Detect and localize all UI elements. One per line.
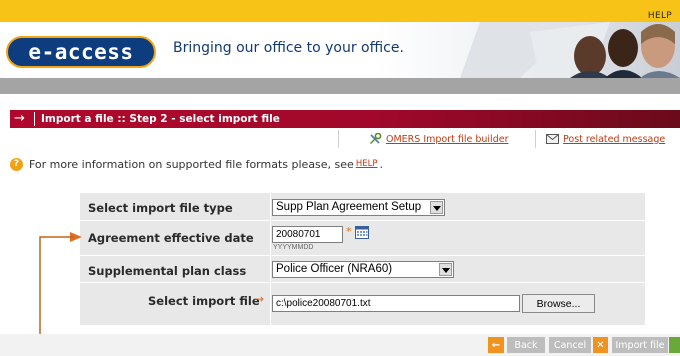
- chevron-down-icon[interactable]: [430, 201, 443, 214]
- bottom-action-bar: ← Back Cancel ✕ Import file: [0, 334, 680, 356]
- chevron-down-icon[interactable]: [439, 263, 452, 276]
- plan-class-row: Supplemental plan class Police Officer (…: [80, 256, 645, 283]
- section-title-bar: → Import a file :: Step 2 - select impor…: [10, 110, 680, 128]
- section-separator: [34, 112, 35, 126]
- gray-divider-bar: [0, 78, 680, 94]
- import-type-row: Select import file type Supp Plan Agreem…: [80, 193, 645, 221]
- links-separator: [535, 130, 536, 148]
- import-type-value: Supp Plan Agreement Setup: [276, 201, 422, 213]
- import-type-select[interactable]: Supp Plan Agreement Setup: [272, 199, 445, 216]
- help-link[interactable]: HELP: [356, 159, 378, 169]
- date-label: Agreement effective date: [88, 231, 254, 245]
- file-arrow-icon: →: [254, 292, 265, 306]
- form-column-divider: [270, 193, 271, 325]
- cancel-button[interactable]: Cancel: [549, 337, 591, 353]
- back-button[interactable]: Back: [507, 337, 545, 353]
- logo-text: e-access: [28, 40, 134, 64]
- links-separator: [338, 130, 339, 148]
- info-suffix: .: [379, 157, 383, 171]
- help-question-icon: ?: [10, 157, 23, 171]
- people-photo-image: [460, 22, 680, 78]
- required-mark: *: [346, 225, 352, 238]
- import-file-row: Select import file → c:\police20080701.t…: [80, 283, 645, 325]
- plan-class-select[interactable]: Police Officer (NRA60): [272, 261, 454, 278]
- tagline: Bringing our office to your office.: [173, 40, 404, 56]
- import-form: Select import file type Supp Plan Agreem…: [80, 193, 645, 325]
- import-file-button[interactable]: Import file: [612, 337, 668, 353]
- tools-icon: [370, 133, 382, 144]
- import-type-label: Select import file type: [88, 201, 233, 215]
- cancel-x-icon[interactable]: ✕: [593, 337, 608, 353]
- plan-class-value: Police Officer (NRA60): [276, 263, 393, 275]
- plan-class-label: Supplemental plan class: [88, 264, 247, 278]
- section-title: Import a file :: Step 2 - select import …: [41, 113, 280, 125]
- date-format-hint: YYYYMMDD: [273, 244, 314, 251]
- envelope-icon: [546, 134, 559, 144]
- e-access-logo[interactable]: e-access: [6, 36, 156, 68]
- help-link-top[interactable]: HELP: [648, 11, 672, 21]
- import-file-label: Select import file: [148, 294, 260, 308]
- section-arrow-icon: →: [14, 111, 25, 126]
- post-related-message-link[interactable]: Post related message: [563, 134, 665, 145]
- builder-link-cell[interactable]: OMERS Import file builder: [368, 130, 508, 148]
- import-file-input[interactable]: c:\police20080701.txt: [272, 295, 520, 312]
- browse-button[interactable]: Browse...: [522, 294, 595, 313]
- calendar-icon[interactable]: [355, 225, 369, 239]
- back-arrow-icon[interactable]: ←: [488, 337, 504, 353]
- info-line: ? For more information on supported file…: [10, 153, 680, 175]
- import-go-icon[interactable]: [669, 337, 680, 353]
- action-links-row: OMERS Import file builder Post related m…: [10, 130, 680, 148]
- effective-date-input[interactable]: 20080701: [272, 226, 343, 243]
- date-row: Agreement effective date 20080701 * YYYY…: [80, 221, 645, 256]
- post-message-link-cell[interactable]: Post related message: [546, 130, 665, 148]
- banner: e-access Bringing our office to your off…: [0, 22, 680, 78]
- top-bar: HELP: [0, 0, 680, 22]
- info-text: For more information on supported file f…: [29, 157, 354, 171]
- omers-import-file-builder-link[interactable]: OMERS Import file builder: [386, 134, 508, 145]
